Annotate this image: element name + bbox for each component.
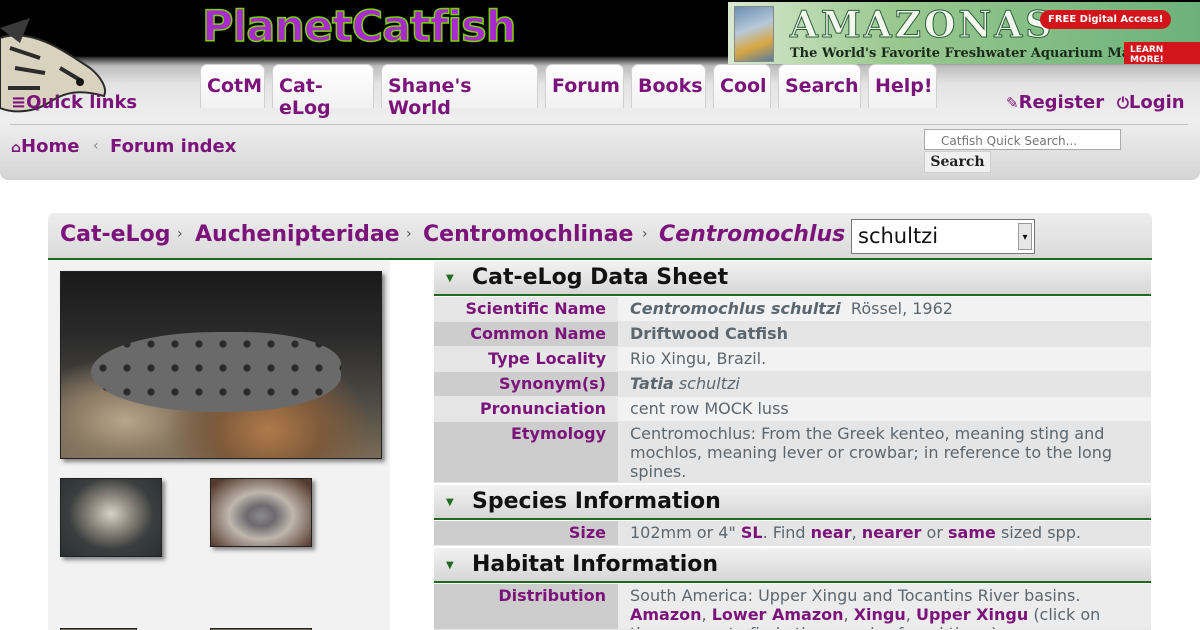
- row-value: Centromochlus: From the Greek kenteo, me…: [618, 422, 1151, 482]
- register-label: Register: [1018, 92, 1105, 113]
- scientific-name-text: Centromochlus schultzi: [630, 299, 841, 318]
- crumb-separator-icon: ›: [406, 226, 412, 242]
- row-type-locality: Type Locality Rio Xingu, Brazil.: [434, 347, 1151, 372]
- crumb-subfamily[interactable]: Centromochlinae: [423, 222, 633, 247]
- edit-icon: ✎: [1006, 94, 1019, 112]
- row-label: Etymology: [434, 422, 618, 482]
- row-value: cent row MOCK luss: [618, 397, 1151, 421]
- row-etymology: Etymology Centromochlus: From the Greek …: [434, 422, 1151, 483]
- quick-search-button[interactable]: Search: [924, 151, 991, 173]
- amazonas-ad-banner[interactable]: AMAZONAS The World's Favorite Freshwater…: [728, 2, 1200, 64]
- main-species-photo[interactable]: [60, 271, 382, 459]
- header-divider: [10, 124, 1188, 125]
- area-link-amazon[interactable]: Amazon: [630, 605, 702, 624]
- section-header-species-info[interactable]: ▼ Species Information: [434, 485, 1151, 520]
- row-common-name: Common Name Driftwood Catfish: [434, 322, 1151, 347]
- thumbnail-photo[interactable]: [60, 478, 162, 557]
- home-icon: ⌂: [11, 140, 22, 156]
- row-value: Driftwood Catfish: [618, 322, 1151, 346]
- row-label: Pronunciation: [434, 397, 618, 421]
- crumb-genus[interactable]: Centromochlus: [659, 222, 845, 247]
- row-value: Tatia schultzi: [618, 372, 1151, 396]
- section-title: Species Information: [472, 489, 721, 514]
- tab-cool[interactable]: Cool: [713, 64, 771, 108]
- collapse-triangle-icon[interactable]: ▼: [446, 273, 454, 284]
- row-value: Centromochlus schultzi Rössel, 1962: [618, 297, 1151, 321]
- crumb-cat-elog[interactable]: Cat-eLog: [60, 222, 170, 247]
- section-title: Habitat Information: [472, 552, 719, 577]
- crumb-family[interactable]: Auchenipteridae: [195, 222, 400, 247]
- tab-forum[interactable]: Forum: [545, 64, 624, 108]
- species-select-value: schultzi: [858, 224, 939, 248]
- tab-help[interactable]: Help!: [868, 64, 937, 108]
- row-label: Synonym(s): [434, 372, 618, 396]
- row-value: Rio Xingu, Brazil.: [618, 347, 1151, 371]
- sl-link[interactable]: SL: [741, 523, 763, 542]
- common-name-text: Driftwood Catfish: [630, 324, 789, 343]
- quick-links-label: Quick links: [26, 92, 138, 113]
- hamburger-icon: ≡: [11, 92, 27, 113]
- row-label: Scientific Name: [434, 297, 618, 321]
- thumbnail-photo[interactable]: [210, 478, 312, 547]
- area-link-upper-xingu[interactable]: Upper Xingu: [916, 605, 1028, 624]
- login-link[interactable]: ⏻Login: [1117, 92, 1185, 113]
- row-label: Type Locality: [434, 347, 618, 371]
- catfish-quick-search-input[interactable]: [924, 129, 1121, 150]
- collapse-triangle-icon[interactable]: ▼: [446, 560, 454, 571]
- or-text: or: [926, 523, 943, 542]
- row-value: South America: Upper Xingu and Tocantins…: [618, 584, 1151, 629]
- row-value: 102mm or 4" SL. Find near, nearer or sam…: [618, 521, 1151, 545]
- tab-shanes-world[interactable]: Shane's World: [381, 64, 538, 119]
- banner-title: AMAZONAS: [789, 4, 1055, 47]
- same-link[interactable]: same: [948, 523, 996, 542]
- home-label: Home: [21, 136, 80, 157]
- nearer-link[interactable]: nearer: [862, 523, 922, 542]
- quick-links-menu[interactable]: ≡Quick links: [11, 92, 137, 113]
- distribution-text: South America: Upper Xingu and Tocantins…: [630, 586, 1081, 605]
- row-pronunciation: Pronunciation cent row MOCK luss: [434, 397, 1151, 422]
- power-icon: ⏻: [1117, 94, 1129, 112]
- section-header-data-sheet[interactable]: ▼ Cat-eLog Data Sheet: [434, 261, 1151, 296]
- collapse-triangle-icon[interactable]: ▼: [446, 497, 454, 508]
- banner-free-badge: FREE Digital Access!: [1040, 10, 1172, 29]
- near-link[interactable]: near: [811, 523, 852, 542]
- register-link[interactable]: ✎Register: [1006, 92, 1104, 113]
- tab-books[interactable]: Books: [631, 64, 706, 108]
- synonym-species: schultzi: [678, 374, 740, 393]
- main-nav-tabs: CotM Cat-eLog Shane's World Forum Books …: [200, 64, 937, 119]
- author-text: Rössel, 1962: [850, 299, 953, 318]
- row-scientific-name: Scientific Name Centromochlus schultzi R…: [434, 297, 1151, 322]
- row-label: Distribution: [434, 584, 618, 629]
- species-select[interactable]: schultzi ▾: [851, 219, 1035, 254]
- row-distribution: Distribution South America: Upper Xingu …: [434, 584, 1151, 630]
- row-label: Size: [434, 521, 618, 545]
- area-link-xingu[interactable]: Xingu: [854, 605, 906, 624]
- tab-cat-elog[interactable]: Cat-eLog: [272, 64, 374, 119]
- find-text: . Find: [762, 523, 806, 542]
- planetcatfish-logo[interactable]: PlanetCatfish: [201, 1, 517, 53]
- row-label: Common Name: [434, 322, 618, 346]
- section-title: Cat-eLog Data Sheet: [472, 265, 729, 290]
- crumb-separator-icon: ›: [642, 226, 648, 242]
- fish-image: [91, 332, 341, 412]
- breadcrumb-forum-index[interactable]: Forum index: [110, 136, 236, 157]
- sized-spp-text: sized spp.: [1000, 523, 1081, 542]
- row-synonyms: Synonym(s) Tatia schultzi: [434, 372, 1151, 397]
- dropdown-arrow-icon: ▾: [1018, 223, 1032, 250]
- breadcrumb-home[interactable]: ⌂Home: [11, 136, 79, 157]
- area-link-lower-amazon[interactable]: Lower Amazon: [712, 605, 844, 624]
- site-header: PlanetCatfish AMAZONAS The World's Favor…: [0, 0, 1200, 180]
- synonym-genus: Tatia: [630, 374, 674, 393]
- section-header-habitat-info[interactable]: ▼ Habitat Information: [434, 548, 1151, 583]
- size-text: 102mm or 4": [630, 523, 736, 542]
- login-label: Login: [1128, 92, 1185, 113]
- tab-cotm[interactable]: CotM: [200, 64, 265, 108]
- crumb-separator-icon: ›: [177, 226, 183, 242]
- breadcrumb-separator-icon: ‹: [93, 138, 99, 154]
- banner-learn-more-button[interactable]: LEARN MORE!: [1124, 42, 1200, 64]
- tab-search[interactable]: Search: [778, 64, 861, 108]
- magazine-cover-image: [734, 6, 774, 62]
- row-size: Size 102mm or 4" SL. Find near, nearer o…: [434, 521, 1151, 546]
